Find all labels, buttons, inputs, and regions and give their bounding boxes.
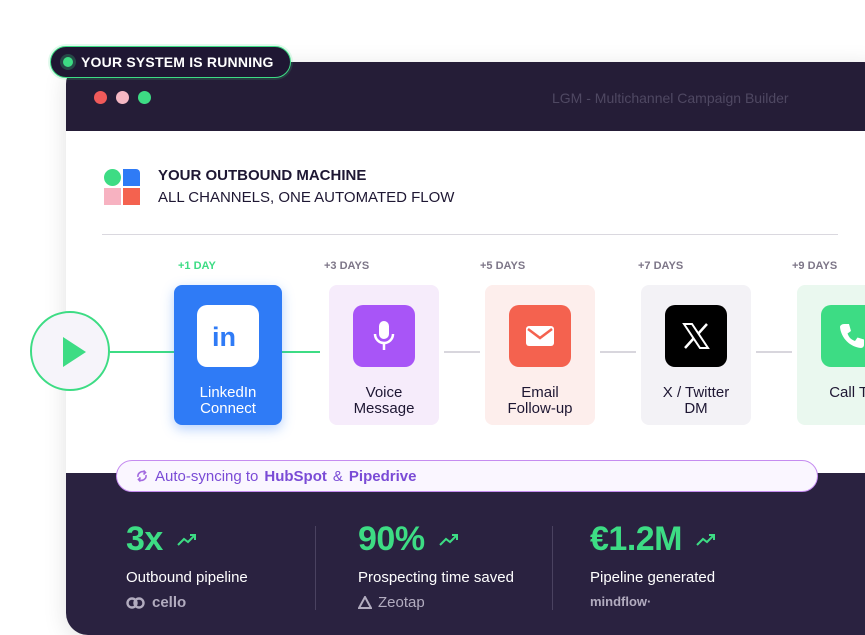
page-subtitle: ALL CHANNELS, ONE AUTOMATED FLOW [158, 189, 455, 206]
stat-prospecting-time: 90% Prospecting time saved Zeotap [358, 520, 514, 611]
step-label: Call Ta [829, 384, 865, 401]
stat-value: 90% [358, 520, 425, 558]
page-title: YOUR OUTBOUND MACHINE [158, 167, 367, 184]
cello-logo-icon [126, 596, 145, 609]
status-dot-icon [63, 57, 73, 67]
step-label: LinkedIn [199, 384, 257, 401]
play-button[interactable] [30, 311, 110, 391]
trend-up-icon [177, 533, 196, 546]
step-day-label: +1 DAY [178, 260, 216, 272]
step-day-label: +5 DAYS [480, 260, 526, 272]
stat-value: 3x [126, 520, 163, 558]
step-email-follow-up[interactable]: Email Follow-up [485, 285, 595, 425]
step-label: Connect [200, 400, 256, 417]
envelope-icon [509, 305, 571, 367]
app-window: LGM - Multichannel Campaign Builder YOUR… [66, 62, 865, 635]
microphone-icon [353, 305, 415, 367]
trend-up-icon [696, 533, 715, 546]
sync-prefix: Auto-syncing to [155, 467, 259, 485]
zeotap-logo-icon [358, 595, 372, 609]
status-text: YOUR SYSTEM IS RUNNING [81, 54, 274, 70]
svg-text:in: in [212, 323, 236, 349]
header-divider [102, 234, 838, 235]
sync-icon [137, 469, 147, 483]
window-title: LGM - Multichannel Campaign Builder [552, 90, 789, 106]
system-status-badge: YOUR SYSTEM IS RUNNING [50, 46, 291, 78]
crm-sync-banner: Auto-syncing to HubSpot & Pipedrive [116, 460, 818, 492]
step-label: Voice [365, 384, 403, 401]
stat-value: €1.2M [590, 520, 683, 558]
linkedin-icon: in [197, 305, 259, 367]
close-window-button[interactable] [94, 91, 107, 104]
crm-hubspot: HubSpot [264, 467, 327, 485]
stat-label: Pipeline generated [590, 569, 716, 586]
stat-divider [315, 526, 316, 610]
flow-connector [282, 351, 320, 353]
step-linkedin-connect[interactable]: in LinkedIn Connect [174, 285, 282, 425]
step-label: Email [521, 384, 559, 401]
step-x-twitter-dm[interactable]: X / Twitter DM [641, 285, 751, 425]
step-label: Message [353, 400, 415, 417]
step-day-label: +3 DAYS [324, 260, 370, 272]
step-day-label: +9 DAYS [792, 260, 838, 272]
sync-ampersand: & [332, 467, 343, 485]
play-icon [63, 337, 86, 367]
stat-divider [552, 526, 553, 610]
app-logo-icon [104, 168, 140, 205]
step-label: X / Twitter [662, 384, 730, 401]
crm-pipedrive: Pipedrive [348, 467, 417, 485]
step-day-label: +7 DAYS [638, 260, 684, 272]
maximize-window-button[interactable] [138, 91, 151, 104]
stat-label: Outbound pipeline [126, 569, 248, 586]
stat-pipeline-generated: €1.2M Pipeline generated mindflow· [590, 520, 716, 609]
flow-connector [110, 351, 176, 353]
minimize-window-button[interactable] [116, 91, 129, 104]
flow-connector [600, 351, 636, 353]
phone-icon [821, 305, 865, 367]
trend-up-icon [438, 533, 458, 546]
flow-connector [444, 351, 480, 353]
step-call-task[interactable]: Call Ta [797, 285, 865, 425]
step-label: Follow-up [507, 400, 573, 417]
customer-logo-zeotap: Zeotap [378, 594, 425, 611]
flow-connector [756, 351, 792, 353]
x-logo-icon [665, 305, 727, 367]
stat-label: Prospecting time saved [358, 569, 514, 586]
step-label: DM [684, 400, 708, 417]
customer-logo-cello: cello [152, 594, 187, 611]
stat-outbound-pipeline: 3x Outbound pipeline cello [126, 520, 248, 611]
page-header: YOUR OUTBOUND MACHINE ALL CHANNELS, ONE … [104, 167, 454, 206]
customer-logo-mindflow: mindflow· [590, 594, 652, 609]
step-voice-message[interactable]: Voice Message [329, 285, 439, 425]
